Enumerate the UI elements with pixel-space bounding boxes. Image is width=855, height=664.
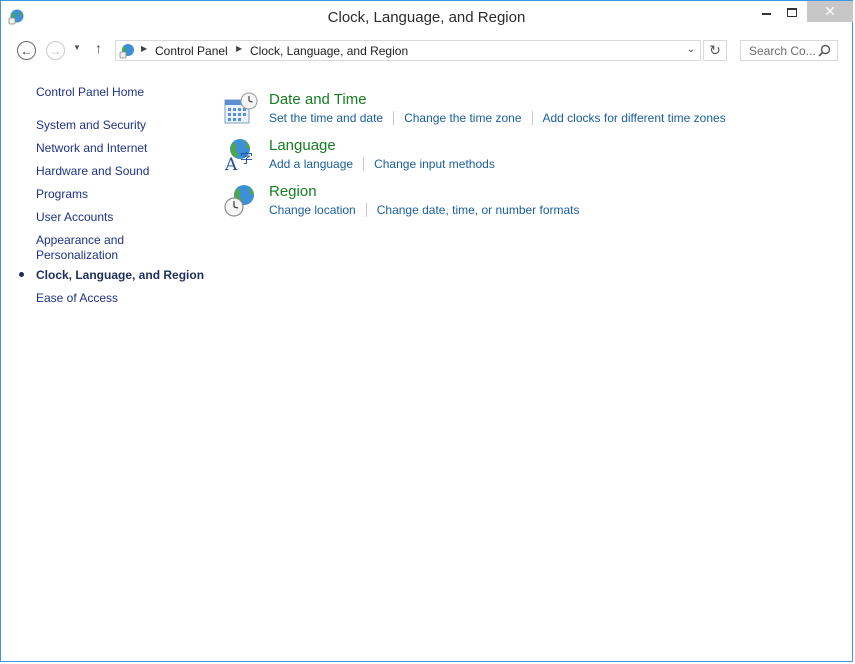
sidebar-item-network-and-internet[interactable]: Network and Internet bbox=[36, 141, 147, 156]
add-language-link[interactable]: Add a language bbox=[269, 157, 353, 171]
sidebar-item-system-and-security[interactable]: System and Security bbox=[36, 118, 146, 133]
sidebar-item-ease-of-access[interactable]: Ease of Access bbox=[36, 291, 118, 306]
search-icon[interactable] bbox=[818, 44, 831, 57]
breadcrumb-separator-icon[interactable]: ▶ bbox=[236, 44, 242, 53]
forward-arrow-icon: → bbox=[49, 43, 62, 58]
control-panel-globe-icon bbox=[119, 44, 134, 59]
svg-text:A: A bbox=[224, 155, 238, 173]
back-button[interactable]: ← bbox=[17, 41, 36, 60]
navigation-bar: ← → ▼ ↑ ▶ Control Panel ▶ Clock, Languag… bbox=[1, 35, 852, 67]
breadcrumb-clock-language-region[interactable]: Clock, Language, and Region bbox=[250, 44, 408, 58]
chevron-down-icon: ▼ bbox=[73, 43, 81, 52]
back-arrow-icon: ← bbox=[20, 43, 33, 58]
minimize-icon bbox=[761, 13, 771, 15]
category-title[interactable]: Language bbox=[269, 137, 336, 154]
category-links: Add a language Change input methods bbox=[269, 157, 495, 171]
search-box[interactable] bbox=[740, 40, 838, 61]
close-button[interactable]: ✕ bbox=[807, 1, 853, 22]
category-language: A 字 Language Add a language Change input … bbox=[223, 137, 823, 181]
address-dropdown-icon[interactable]: ⌄ bbox=[687, 44, 695, 55]
sidebar-item-appearance-and-personalization[interactable]: Appearance and Personalization bbox=[36, 233, 124, 263]
sidebar-item-hardware-and-sound[interactable]: Hardware and Sound bbox=[36, 164, 149, 179]
sidebar-item-user-accounts[interactable]: User Accounts bbox=[36, 210, 113, 225]
category-links: Set the time and date Change the time zon… bbox=[269, 111, 726, 125]
set-time-and-date-link[interactable]: Set the time and date bbox=[269, 111, 383, 125]
change-time-zone-link[interactable]: Change the time zone bbox=[404, 111, 521, 125]
current-page-bullet-icon bbox=[19, 272, 24, 277]
link-divider bbox=[363, 157, 365, 171]
title-bar: Clock, Language, and Region ✕ bbox=[1, 1, 853, 33]
change-location-link[interactable]: Change location bbox=[269, 203, 356, 217]
forward-button[interactable]: → bbox=[46, 41, 65, 60]
sidebar-item-clock-language-region[interactable]: Clock, Language, and Region bbox=[36, 268, 204, 283]
sidebar-item-programs[interactable]: Programs bbox=[36, 187, 88, 202]
category-title[interactable]: Region bbox=[269, 183, 317, 200]
maximize-button[interactable] bbox=[779, 1, 805, 23]
address-bar[interactable]: ▶ Control Panel ▶ Clock, Language, and R… bbox=[115, 40, 701, 61]
link-divider bbox=[393, 111, 395, 125]
up-arrow-icon: ↑ bbox=[95, 40, 102, 56]
category-title[interactable]: Date and Time bbox=[269, 91, 367, 108]
breadcrumb-separator-icon[interactable]: ▶ bbox=[141, 44, 147, 53]
add-clocks-link[interactable]: Add clocks for different time zones bbox=[543, 111, 726, 125]
refresh-icon: ↻ bbox=[709, 42, 721, 58]
breadcrumb-control-panel[interactable]: Control Panel bbox=[155, 44, 228, 58]
link-divider bbox=[531, 111, 533, 125]
link-divider bbox=[365, 203, 367, 217]
window-title: Clock, Language, and Region bbox=[327, 9, 526, 26]
svg-text:字: 字 bbox=[240, 152, 253, 167]
region-globe-clock-icon bbox=[224, 185, 254, 217]
control-panel-window: Clock, Language, and Region ✕ ← → ▼ ↑ ▶ … bbox=[0, 0, 853, 662]
maximize-icon bbox=[787, 7, 797, 17]
category-links: Change location Change date, time, or num… bbox=[269, 203, 580, 217]
calendar-clock-icon bbox=[224, 92, 258, 124]
minimize-button[interactable] bbox=[753, 1, 779, 23]
sidebar-item-control-panel-home[interactable]: Control Panel Home bbox=[36, 85, 144, 100]
close-icon: ✕ bbox=[824, 3, 836, 19]
sidebar-item-label-line1: Appearance and bbox=[36, 233, 125, 247]
refresh-button[interactable]: ↻ bbox=[703, 40, 727, 61]
category-date-and-time: Date and Time Set the time and date Chang… bbox=[223, 91, 823, 135]
language-globe-icon: A 字 bbox=[224, 139, 253, 173]
up-button[interactable]: ↑ bbox=[95, 40, 102, 56]
sidebar-item-label-line2: Personalization bbox=[36, 248, 119, 262]
search-input[interactable] bbox=[741, 41, 825, 60]
category-region: Region Change location Change date, time,… bbox=[223, 183, 823, 227]
change-input-methods-link[interactable]: Change input methods bbox=[374, 157, 495, 171]
change-formats-link[interactable]: Change date, time, or number formats bbox=[377, 203, 580, 217]
recent-locations-button[interactable]: ▼ bbox=[73, 43, 81, 52]
